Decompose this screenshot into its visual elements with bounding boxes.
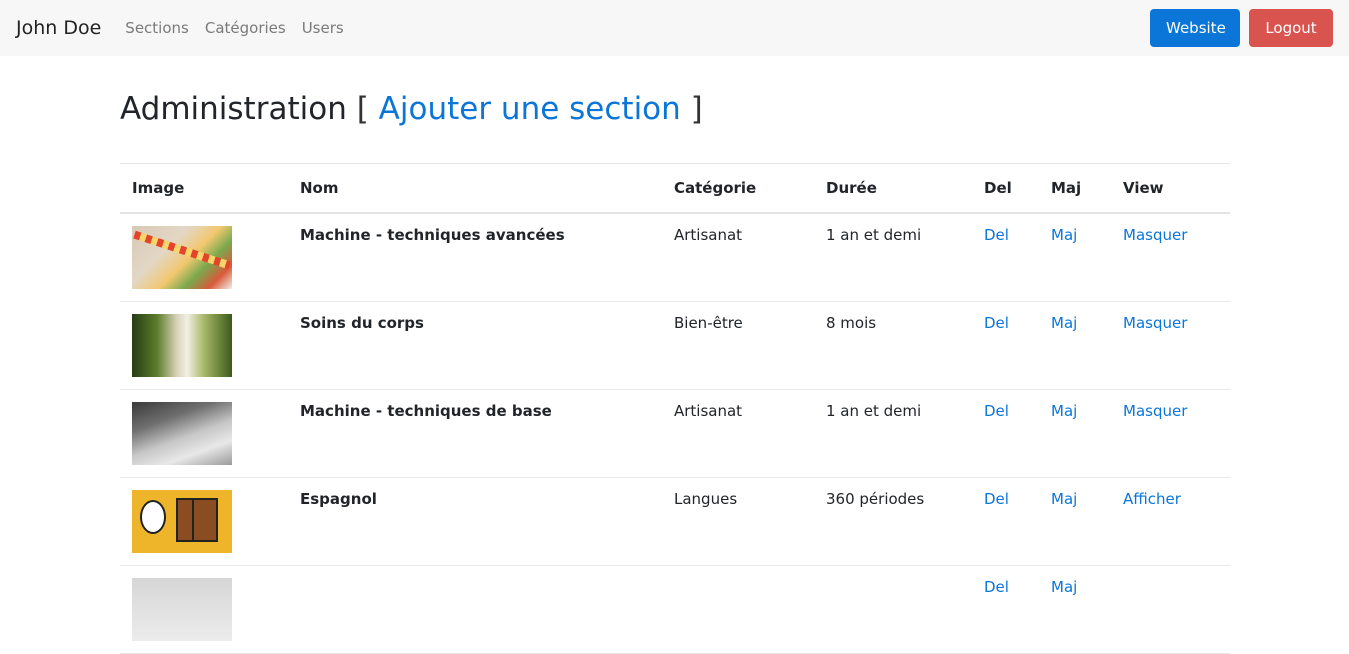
- header-maj: Maj: [1039, 163, 1111, 214]
- sewing-advanced-thumbnail: [132, 225, 232, 289]
- header-view: View: [1111, 163, 1230, 214]
- header-image: Image: [120, 163, 288, 214]
- row-duree: 1 an et demi: [814, 389, 972, 478]
- row-duree: 1 an et demi: [814, 212, 972, 302]
- header-duree: Durée: [814, 163, 972, 214]
- row-categorie: Artisanat: [662, 389, 814, 478]
- table-row: Espagnol Langues 360 périodes Del Maj Af…: [120, 477, 1230, 566]
- delete-link[interactable]: Del: [984, 314, 1009, 332]
- nav-actions: Website Logout: [1150, 9, 1333, 47]
- table-header-row: Image Nom Catégorie Durée Del Maj View: [120, 163, 1230, 214]
- row-duree: 360 périodes: [814, 477, 972, 566]
- header-nom: Nom: [288, 163, 662, 214]
- nav-link-users[interactable]: Users: [302, 19, 344, 37]
- sections-table: Image Nom Catégorie Durée Del Maj View M…: [120, 163, 1230, 654]
- row-nom: Machine - techniques avancées: [288, 212, 662, 302]
- logout-button[interactable]: Logout: [1249, 9, 1333, 47]
- visibility-link[interactable]: Masquer: [1123, 314, 1187, 332]
- delete-link[interactable]: Del: [984, 578, 1009, 596]
- page-title-text: Administration: [120, 91, 347, 127]
- update-link[interactable]: Maj: [1051, 490, 1077, 508]
- table-row: Del Maj: [120, 565, 1230, 654]
- row-nom: Espagnol: [288, 477, 662, 566]
- bracket-close: ]: [690, 91, 703, 127]
- row-duree: [814, 565, 972, 654]
- row-categorie: Langues: [662, 477, 814, 566]
- row-nom: Machine - techniques de base: [288, 389, 662, 478]
- bracket-open: [: [356, 91, 369, 127]
- sewing-basic-thumbnail: [132, 401, 232, 465]
- update-link[interactable]: Maj: [1051, 226, 1077, 244]
- row-categorie: [662, 565, 814, 654]
- update-link[interactable]: Maj: [1051, 314, 1077, 332]
- website-button[interactable]: Website: [1150, 9, 1240, 47]
- header-del: Del: [972, 163, 1039, 214]
- add-section-link[interactable]: Ajouter une section: [379, 91, 681, 127]
- delete-link[interactable]: Del: [984, 226, 1009, 244]
- table-row: Machine - techniques de base Artisanat 1…: [120, 389, 1230, 478]
- delete-link[interactable]: Del: [984, 402, 1009, 420]
- nav-link-sections[interactable]: Sections: [125, 19, 189, 37]
- visibility-link[interactable]: Masquer: [1123, 226, 1187, 244]
- row-nom: Soins du corps: [288, 301, 662, 390]
- row-categorie: Bien-être: [662, 301, 814, 390]
- spanish-thumbnail: [132, 489, 232, 553]
- main-content: Administration [ Ajouter une section ] I…: [120, 56, 1230, 654]
- speech-bubble-shape: [140, 499, 166, 534]
- top-navbar: John Doe Sections Catégories Users Websi…: [0, 0, 1349, 56]
- visibility-link[interactable]: Masquer: [1123, 402, 1187, 420]
- delete-link[interactable]: Del: [984, 490, 1009, 508]
- nav-links: Sections Catégories Users: [125, 19, 343, 37]
- page-title: Administration [ Ajouter une section ]: [120, 89, 1230, 129]
- partial-thumbnail: [132, 577, 232, 641]
- visibility-link[interactable]: Afficher: [1123, 490, 1181, 508]
- table-row: Soins du corps Bien-être 8 mois Del Maj …: [120, 301, 1230, 390]
- row-categorie: Artisanat: [662, 212, 814, 302]
- row-nom: [288, 565, 662, 654]
- row-duree: 8 mois: [814, 301, 972, 390]
- body-care-thumbnail: [132, 313, 232, 377]
- door-shape: [176, 497, 218, 542]
- update-link[interactable]: Maj: [1051, 578, 1077, 596]
- header-categorie: Catégorie: [662, 163, 814, 214]
- nav-link-categories[interactable]: Catégories: [205, 19, 286, 37]
- brand-name[interactable]: John Doe: [16, 17, 101, 39]
- table-row: Machine - techniques avancées Artisanat …: [120, 212, 1230, 302]
- update-link[interactable]: Maj: [1051, 402, 1077, 420]
